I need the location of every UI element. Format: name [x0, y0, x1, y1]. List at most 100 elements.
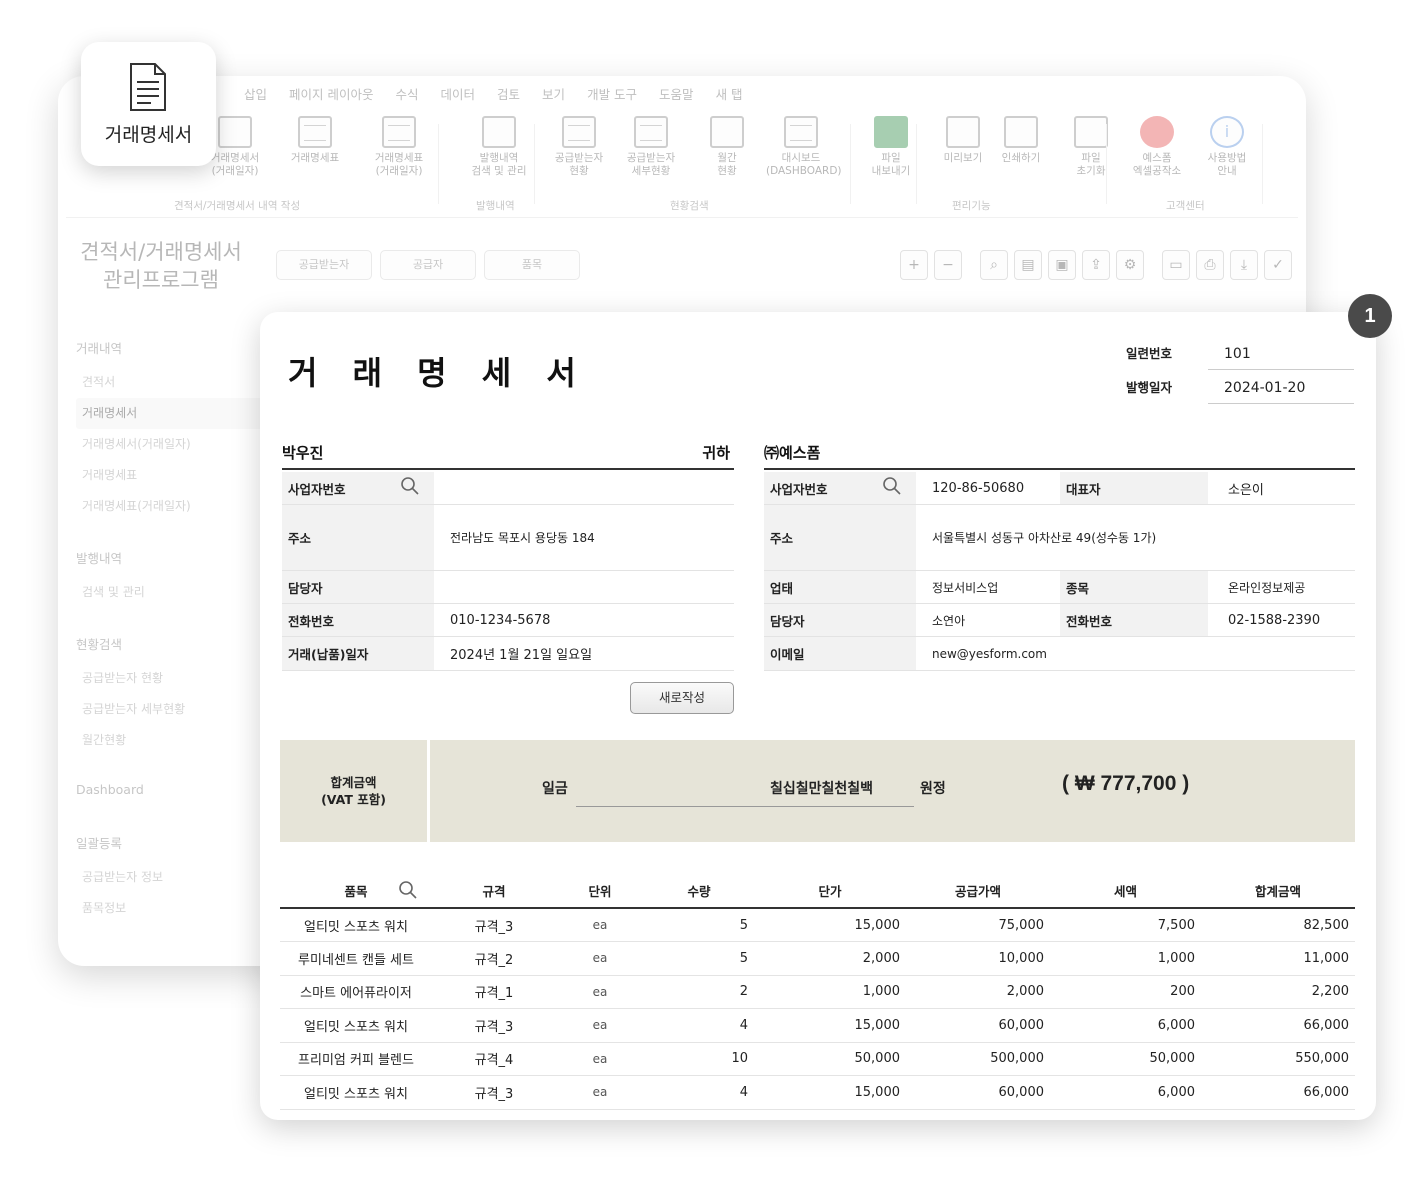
table-cell[interactable]: 5	[644, 908, 754, 942]
table-cell[interactable]: 11,000	[1201, 941, 1355, 976]
sidebar-item[interactable]: 거래명세서	[76, 398, 266, 429]
table-cell[interactable]: 6,000	[1050, 1008, 1201, 1043]
search-icon[interactable]	[882, 476, 902, 496]
menu-item[interactable]: 보기	[542, 82, 565, 108]
menu-item[interactable]: 도움말	[659, 82, 694, 108]
new-invoice-button[interactable]: 새로작성	[630, 682, 734, 714]
table-cell[interactable]: 2,200	[1201, 975, 1355, 1009]
table-cell[interactable]: 66,000	[1201, 1008, 1355, 1043]
recipient-date-field[interactable]: 2024년 1월 21일 일요일	[434, 637, 592, 670]
table-cell[interactable]: 스마트 에어퓨라이저	[280, 975, 432, 1009]
recipient-phone-field[interactable]: 010-1234-5678	[434, 604, 550, 636]
table-cell[interactable]: 규격_4	[432, 1042, 556, 1076]
ribbon-button[interactable]: 월간 현황	[692, 116, 762, 190]
sidebar-item[interactable]: 견적서	[76, 367, 266, 398]
search-icon[interactable]	[400, 476, 420, 496]
table-cell[interactable]: 규격_3	[432, 908, 556, 942]
table-cell[interactable]: ea	[556, 908, 644, 942]
table-cell[interactable]: 2,000	[754, 941, 906, 976]
sidebar-item[interactable]: 월간현황	[76, 725, 266, 756]
table-cell[interactable]: 규격_3	[432, 1008, 556, 1043]
sidebar-item[interactable]: 거래명세서(거래일자)	[76, 429, 266, 460]
menu-item[interactable]: 페이지 레이아웃	[289, 82, 373, 108]
add-icon[interactable]: +	[900, 250, 928, 280]
recipient-manager-field[interactable]	[434, 571, 450, 603]
table-cell[interactable]: ea	[556, 1075, 644, 1110]
table-cell[interactable]: 50,000	[1050, 1042, 1201, 1076]
menu-item[interactable]: 삽입	[244, 82, 267, 108]
menu-item[interactable]: 개발 도구	[587, 82, 637, 108]
recipient-biz-no-field[interactable]	[434, 472, 450, 504]
ribbon-button[interactable]: 대시보드 (DASHBOARD)	[766, 116, 842, 190]
table-cell[interactable]: ea	[556, 1042, 644, 1076]
sidebar-item[interactable]: 공급받는자 현황	[76, 663, 266, 694]
remove-icon[interactable]: −	[934, 250, 962, 280]
table-cell[interactable]: 5	[644, 941, 754, 976]
ribbon-button[interactable]: 인쇄하기	[986, 116, 1056, 190]
table-row[interactable]: 루미네센트 캔들 세트 규격_2 ea 5 2,000 10,000 1,000 11,000	[280, 941, 1355, 976]
supplier-email-field[interactable]: new@yesform.com	[916, 637, 1047, 670]
table-cell[interactable]: 4	[644, 1008, 754, 1043]
ribbon-button[interactable]: 거래명세표 (거래일자)	[364, 116, 434, 190]
recipient-address-field[interactable]: 전라남도 목포시 용당동 184	[434, 505, 595, 570]
table-cell[interactable]: 75,000	[906, 908, 1050, 942]
table-cell[interactable]: 6,000	[1050, 1075, 1201, 1110]
monitor-icon[interactable]: ▭	[1162, 250, 1190, 280]
table-cell[interactable]: 4	[644, 1075, 754, 1110]
ribbon-button[interactable]: 공급받는자 세부현황	[616, 116, 686, 190]
table-cell[interactable]: 15,000	[754, 908, 906, 942]
document-icon[interactable]: ▤	[1014, 250, 1042, 280]
table-cell[interactable]: 1,000	[1050, 941, 1201, 976]
menu-item[interactable]: 새 탭	[716, 82, 743, 108]
table-cell[interactable]: ea	[556, 941, 644, 976]
ribbon-button[interactable]: i 사용방법 안내	[1192, 116, 1262, 190]
table-cell[interactable]: 규격_3	[432, 1075, 556, 1110]
tab-0[interactable]: 공급받는자	[276, 250, 372, 280]
table-row[interactable]: 얼티밋 스포츠 워치 규격_3 ea 4 15,000 60,000 6,000 66,000	[280, 1008, 1355, 1043]
table-row[interactable]: 프리미엄 커피 블렌드 규격_4 ea 10 50,000 500,000 50,000 55…	[280, 1042, 1355, 1076]
supplier-type-field[interactable]: 정보서비스업	[916, 571, 998, 603]
table-cell[interactable]: 2	[644, 975, 754, 1009]
upload-icon[interactable]: ⇪	[1082, 250, 1110, 280]
sidebar-item[interactable]: 공급받는자 세부현황	[76, 694, 266, 725]
table-cell[interactable]: 10	[644, 1042, 754, 1076]
sidebar-item[interactable]: 품목정보	[76, 893, 266, 924]
sidebar-item[interactable]: 거래명세표(거래일자)	[76, 491, 266, 522]
gear-icon[interactable]: ⚙	[1116, 250, 1144, 280]
supplier-ceo-field[interactable]: 소은이	[1212, 472, 1264, 504]
table-row[interactable]: 얼티밋 스포츠 워치 규격_3 ea 5 15,000 75,000 7,500 82,500	[280, 908, 1355, 942]
table-cell[interactable]: 500,000	[906, 1042, 1050, 1076]
check-icon[interactable]: ✓	[1264, 250, 1292, 280]
table-cell[interactable]: 50,000	[754, 1042, 906, 1076]
table-cell[interactable]: 15,000	[754, 1075, 906, 1110]
table-cell[interactable]: 루미네센트 캔들 세트	[280, 941, 432, 976]
table-cell[interactable]: 7,500	[1050, 908, 1201, 942]
table-cell[interactable]: 1,000	[754, 975, 906, 1009]
ribbon-button[interactable]: 파일 초기화	[1056, 116, 1126, 190]
invoice-shortcut-card[interactable]: 거래명세서	[81, 42, 216, 166]
table-cell[interactable]: 프리미엄 커피 블렌드	[280, 1042, 432, 1076]
ribbon-button[interactable]: 공급받는자 현황	[544, 116, 614, 190]
table-cell[interactable]: 82,500	[1201, 908, 1355, 942]
table-cell[interactable]: 2,000	[906, 975, 1050, 1009]
supplier-address-field[interactable]: 서울특별시 성동구 아차산로 49(성수동 1가)	[916, 505, 1156, 570]
menu-item[interactable]: 데이터	[441, 82, 476, 108]
menu-item[interactable]: 검토	[497, 82, 520, 108]
table-cell[interactable]: 66,000	[1201, 1075, 1355, 1110]
supplier-item-field[interactable]: 온라인정보제공	[1212, 571, 1305, 603]
sidebar-item[interactable]: 공급받는자 정보	[76, 862, 266, 893]
table-cell[interactable]: 15,000	[754, 1008, 906, 1043]
table-cell[interactable]: 얼티밋 스포츠 워치	[280, 1008, 432, 1043]
search-icon[interactable]	[398, 880, 418, 900]
table-cell[interactable]: 550,000	[1201, 1042, 1355, 1076]
table-cell[interactable]: 규격_1	[432, 975, 556, 1009]
table-cell[interactable]: 얼티밋 스포츠 워치	[280, 908, 432, 942]
search-icon[interactable]: ⌕	[980, 250, 1008, 280]
supplier-phone-field[interactable]: 02-1588-2390	[1212, 604, 1320, 636]
table-row[interactable]: 얼티밋 스포츠 워치 규격_3 ea 4 15,000 60,000 6,000 66,000	[280, 1075, 1355, 1110]
table-cell[interactable]: 10,000	[906, 941, 1050, 976]
table-cell[interactable]: 200	[1050, 975, 1201, 1009]
ribbon-button[interactable]: 거래명세표	[280, 116, 350, 190]
tab-1[interactable]: 공급자	[380, 250, 476, 280]
table-row[interactable]: 스마트 에어퓨라이저 규격_1 ea 2 1,000 2,000 200 2,200	[280, 975, 1355, 1009]
